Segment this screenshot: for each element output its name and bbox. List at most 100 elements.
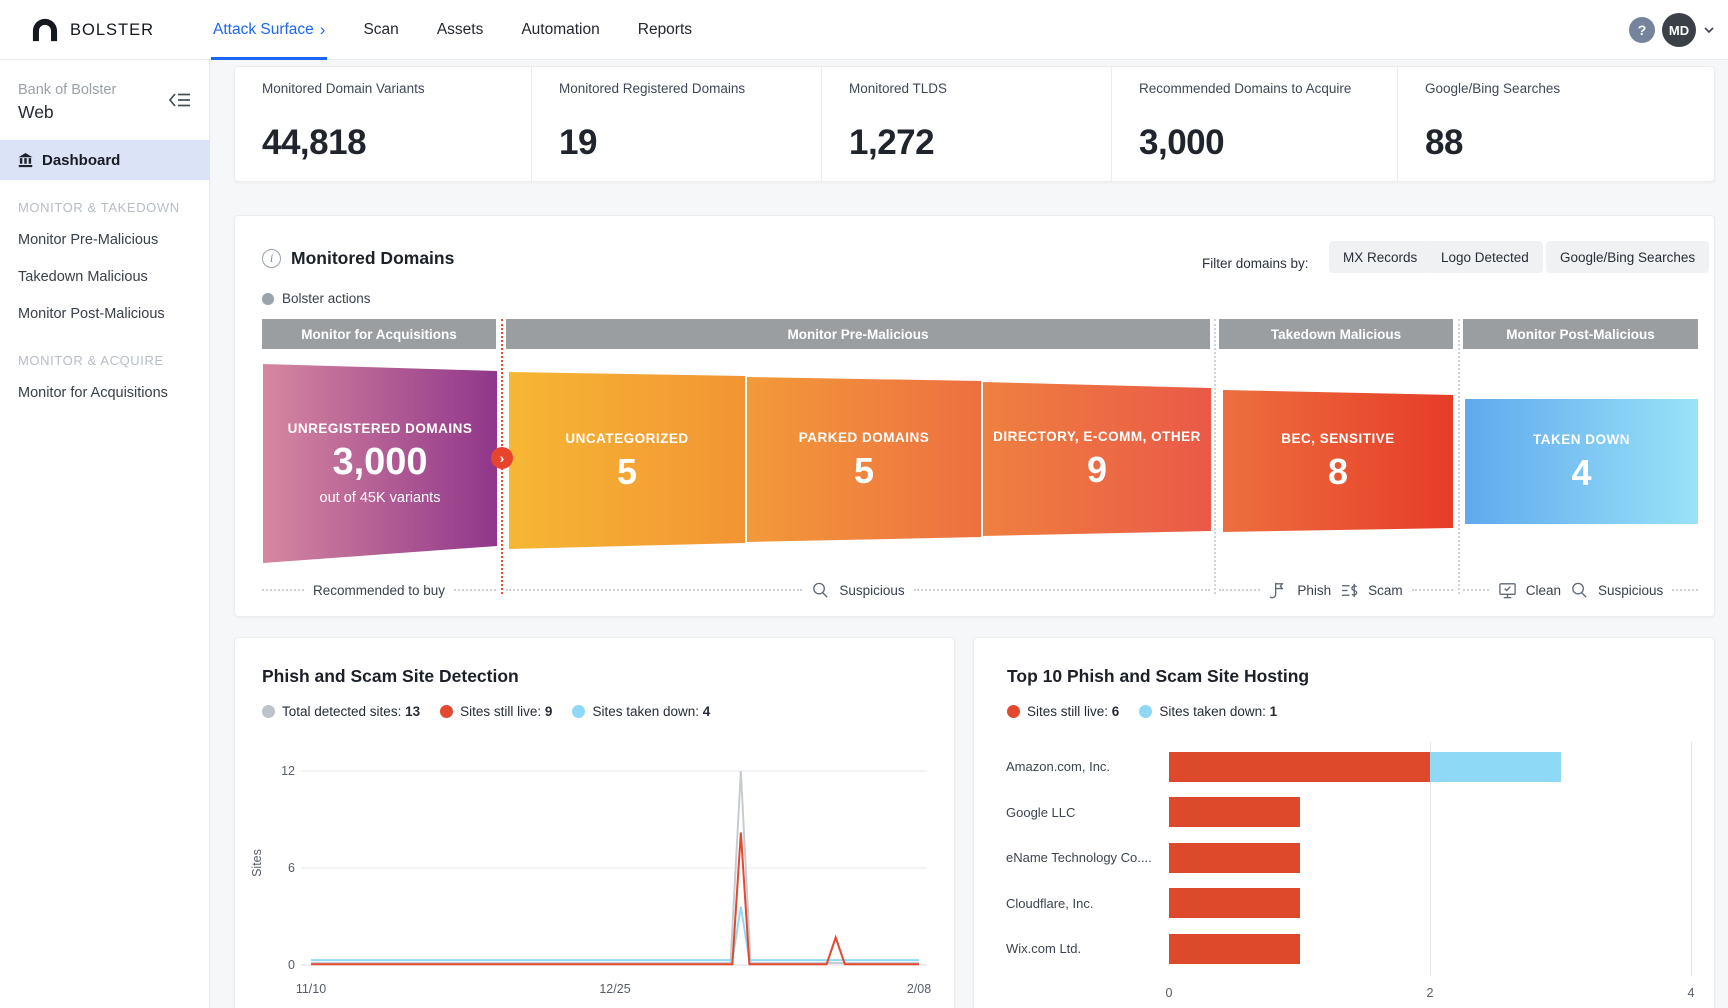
acquire-arrow-button[interactable]: › [491,447,513,469]
clean-icon [1498,581,1517,600]
stage-separator [1214,319,1216,594]
hosting-category-label: eName Technology Co.... [1006,850,1169,865]
scam-label: Scam [1368,583,1403,598]
block-value: 9 [1087,451,1107,489]
legend-dot-red [1007,705,1020,718]
phish-label: Phish [1297,583,1331,598]
legend-dot-blue [572,705,585,718]
clean-label: Clean [1526,583,1561,598]
filter-mx-records-button[interactable]: MX Records [1329,241,1431,273]
hosting-category-label: Amazon.com, Inc. [1006,759,1169,774]
block-value: 5 [617,453,637,491]
org-name: Bank of Bolster [18,82,116,98]
active-tab-underline [211,57,327,60]
bolster-actions-label: Bolster actions [282,291,371,306]
sidebar-item-monitor-pre-malicious[interactable]: Monitor Pre-Malicious [18,232,158,248]
block-label: BEC, SENSITIVE [1271,431,1405,446]
detection-line-chart: 061211/1012/252/08 [255,753,945,1003]
brand-name: BOLSTER [70,21,154,40]
dotted-leader [506,589,802,591]
block-value: 3,000 [332,443,427,483]
block-label: PARKED DOMAINS [789,430,940,445]
legend-sites-still-live: Sites still live: 6 [1007,704,1119,719]
funnel-block-taken-down[interactable]: TAKEN DOWN 4 [1465,399,1698,524]
workspace-name: Web [18,102,54,123]
sidebar-item-monitor-post-malicious[interactable]: Monitor Post-Malicious [18,306,165,322]
dotted-leader [1219,589,1260,591]
collapse-sidebar-icon[interactable] [168,90,192,110]
sidebar-item-takedown-malicious[interactable]: Takedown Malicious [18,269,148,285]
nav-assets[interactable]: Assets [437,0,484,60]
funnel-block-uncategorized[interactable]: UNCATEGORIZED 5 [509,372,745,549]
legend-total-detected: Total detected sites: 13 [262,704,420,719]
stat-monitored-tlds: Monitored TLDS 1,272 [822,67,1112,181]
suspicious-icon [811,581,830,600]
dotted-leader [1412,589,1453,591]
funnel-block-unregistered-domains[interactable]: UNREGISTERED DOMAINS 3,000 out of 45K va… [263,364,497,563]
phish-scam-detection-card: Phish and Scam Site Detection Total dete… [234,637,955,1008]
hosting-category-label: Google LLC [1006,805,1169,820]
sidebar: Bank of Bolster Web Dashboard MONITOR & … [0,60,210,1008]
bolster-actions-dot [262,293,274,305]
stat-value: 3,000 [1139,123,1377,169]
brand-logo[interactable]: BOLSTER [30,0,154,60]
hosting-bar-group [1169,888,1691,918]
filter-domains-label: Filter domains by: [1202,256,1309,271]
dotted-leader [1672,589,1698,591]
bar-sites-still-live[interactable] [1169,934,1300,964]
top-nav: BOLSTER Attack Surface› Scan Assets Auto… [0,0,1728,60]
bar-sites-still-live[interactable] [1169,797,1300,827]
hosting-row: Amazon.com, Inc. [974,744,1716,790]
info-icon[interactable]: i [262,249,281,268]
stage-monitor-pre-malicious: Monitor Pre-Malicious [506,319,1210,349]
scam-icon [1340,581,1359,600]
x-tick-label: 2 [1415,986,1445,1000]
bar-sites-still-live[interactable] [1169,888,1300,918]
stat-recommended-domains-to-acquire: Recommended Domains to Acquire 3,000 [1112,67,1398,181]
stat-label: Monitored TLDS [849,81,1091,96]
funnel-block-directory-ecomm-other[interactable]: DIRECTORY, E-COMM, OTHER 9 [983,382,1211,536]
x-tick-label: 0 [1154,986,1184,1000]
hosting-category-label: Cloudflare, Inc. [1006,896,1169,911]
hosting-row: eName Technology Co.... [974,835,1716,881]
stat-label: Monitored Domain Variants [262,81,511,96]
chart-title: Top 10 Phish and Scam Site Hosting [1007,666,1309,687]
suspicious-label: Suspicious [1598,583,1663,598]
dotted-leader [1463,589,1489,591]
svg-text:0: 0 [288,958,295,972]
stat-label: Monitored Registered Domains [559,81,801,96]
phish-scam-hosting-card: Top 10 Phish and Scam Site Hosting Sites… [973,637,1715,1008]
funnel-block-parked-domains[interactable]: PARKED DOMAINS 5 [747,377,981,542]
filter-google-bing-searches-button[interactable]: Google/Bing Searches [1546,241,1709,273]
hosting-category-label: Wix.com Ltd. [1006,941,1169,956]
stat-google-bing-searches: Google/Bing Searches 88 [1398,67,1714,181]
sidebar-item-monitor-for-acquisitions[interactable]: Monitor for Acquisitions [18,385,168,401]
hosting-row: Cloudflare, Inc. [974,881,1716,927]
user-avatar[interactable]: MD [1662,13,1696,47]
chevron-down-icon[interactable] [1703,22,1715,38]
stat-value: 44,818 [262,123,511,169]
hosting-row: Google LLC [974,790,1716,836]
nav-reports[interactable]: Reports [638,0,692,60]
legend-dot-red [440,705,453,718]
funnel-block-bec-sensitive[interactable]: BEC, SENSITIVE 8 [1223,390,1453,532]
suspicious-icon [1570,581,1589,600]
filter-logo-detected-button[interactable]: Logo Detected [1427,241,1543,273]
stat-value: 19 [559,123,801,169]
help-button[interactable]: ? [1629,17,1655,43]
nav-automation[interactable]: Automation [521,0,599,60]
dotted-leader [914,589,1210,591]
suspicious-label: Suspicious [839,583,904,598]
svg-text:12/25: 12/25 [599,982,630,996]
stat-label: Recommended Domains to Acquire [1139,81,1377,96]
bar-sites-still-live[interactable] [1169,843,1300,873]
nav-scan[interactable]: Scan [363,0,398,60]
sidebar-item-dashboard[interactable]: Dashboard [0,140,210,180]
nav-attack-surface[interactable]: Attack Surface› [213,0,325,60]
primary-nav: Attack Surface› Scan Assets Automation R… [213,0,692,60]
footer-post-malicious: Clean Suspicious [1463,578,1698,602]
footer-pre-malicious: Suspicious [506,578,1210,602]
bar-sites-taken-down[interactable] [1430,752,1561,782]
hosting-bar-group [1169,752,1691,782]
bar-sites-still-live[interactable] [1169,752,1430,782]
